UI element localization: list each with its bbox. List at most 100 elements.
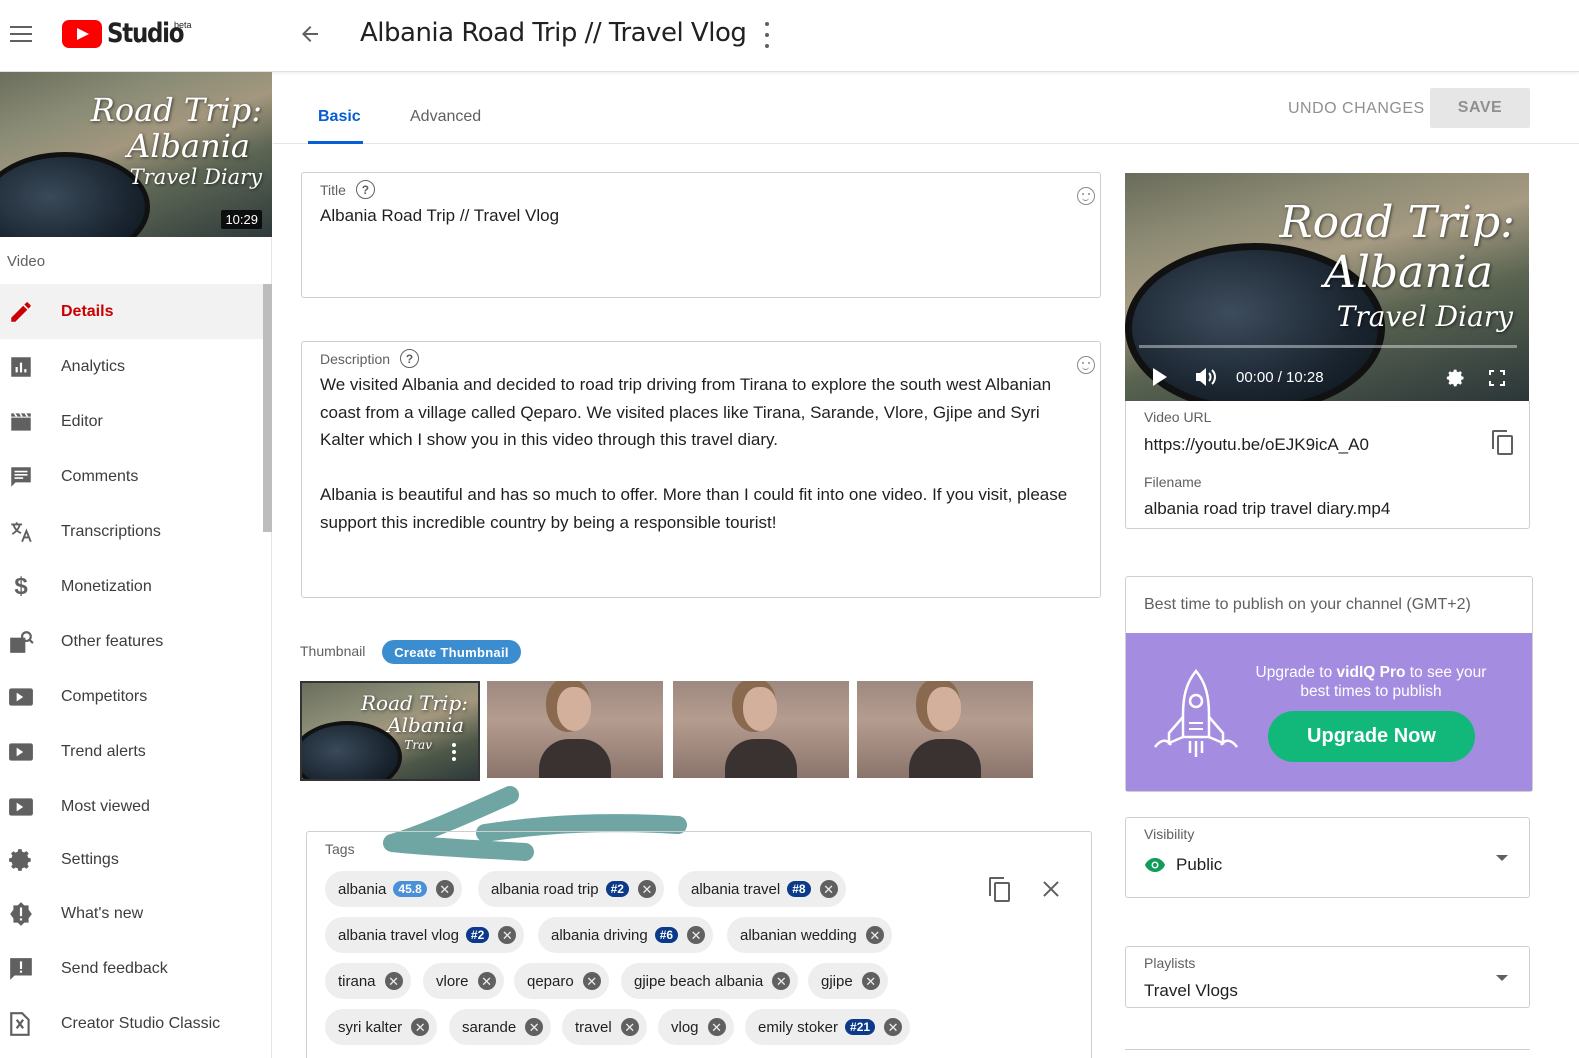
description-line[interactable]: support this incredible country by being… bbox=[320, 509, 776, 537]
sidebar-item-editor[interactable]: Editor bbox=[0, 394, 263, 449]
sidebar-item-label: Transcriptions bbox=[61, 522, 161, 540]
back-arrow-icon[interactable] bbox=[298, 22, 322, 46]
video-player[interactable]: Road Trip: Albania Travel Diary bbox=[1125, 173, 1529, 401]
beta-badge: beta bbox=[174, 20, 192, 30]
video-progress-bar[interactable] bbox=[1139, 345, 1517, 348]
sidebar-video-thumbnail[interactable]: Road Trip: Albania Travel Diary 10:29 bbox=[0, 72, 272, 237]
copy-url-icon[interactable] bbox=[1492, 430, 1513, 455]
sidebar-item-most-viewed[interactable]: Most viewed bbox=[0, 779, 263, 834]
tag-chip[interactable]: sarande ✕ bbox=[449, 1009, 552, 1045]
tag-chip[interactable]: gjipe beach albania ✕ bbox=[621, 963, 799, 999]
sidebar-item-competitors[interactable]: Competitors bbox=[0, 669, 263, 724]
tag-chip[interactable]: syri kalter ✕ bbox=[325, 1009, 438, 1045]
youtube-studio-logo[interactable]: Studio beta bbox=[62, 18, 197, 49]
tag-chip[interactable]: gjipe ✕ bbox=[808, 963, 888, 999]
sidebar-item-settings[interactable]: Settings bbox=[0, 834, 263, 886]
sidebar-item-creator-studio-classic[interactable]: Creator Studio Classic bbox=[0, 996, 263, 1051]
help-icon[interactable]: ? bbox=[400, 349, 420, 368]
remove-tag-icon[interactable]: ✕ bbox=[687, 926, 706, 944]
remove-tag-icon[interactable]: ✕ bbox=[477, 972, 496, 990]
fullscreen-icon[interactable] bbox=[1489, 370, 1505, 386]
clear-tags-icon[interactable] bbox=[1041, 879, 1061, 899]
sidebar-item-send-feedback[interactable]: Send feedback bbox=[0, 941, 263, 996]
sidebar-item-trend-alerts[interactable]: Trend alerts bbox=[0, 724, 263, 779]
undo-changes-button[interactable]: UNDO CHANGES bbox=[1288, 100, 1425, 118]
sidebar-scrollbar[interactable] bbox=[263, 284, 272, 532]
thumb-text-line2: Albania bbox=[387, 713, 464, 737]
remove-tag-icon[interactable]: ✕ bbox=[861, 972, 880, 990]
remove-tag-icon[interactable]: ✕ bbox=[411, 1018, 430, 1036]
thumbnail-option-auto-1[interactable] bbox=[487, 681, 663, 778]
tag-chip[interactable]: travel ✕ bbox=[562, 1009, 647, 1045]
volume-icon[interactable] bbox=[1194, 367, 1218, 387]
remove-tag-icon[interactable]: ✕ bbox=[620, 1018, 639, 1036]
save-button[interactable]: SAVE bbox=[1430, 88, 1530, 128]
thumbnail-option-custom[interactable]: Road Trip: Albania Trav bbox=[300, 681, 480, 781]
remove-tag-icon[interactable]: ✕ bbox=[707, 1018, 726, 1036]
tag-chip[interactable]: albania driving #6 ✕ bbox=[538, 917, 714, 953]
emoji-icon[interactable] bbox=[1077, 356, 1095, 374]
title-label: Title ? bbox=[320, 180, 375, 199]
sidebar-item-label: Send feedback bbox=[61, 959, 168, 977]
chevron-down-icon[interactable] bbox=[1496, 855, 1508, 861]
tag-chip[interactable]: albania travel #8 ✕ bbox=[678, 871, 846, 907]
description-line[interactable]: We visited Albania and decided to road t… bbox=[320, 371, 1051, 399]
tag-chip[interactable]: albanian wedding ✕ bbox=[727, 917, 892, 953]
description-line[interactable]: Albania is beautiful and has so much to … bbox=[320, 481, 1067, 509]
playlists-label: Playlists bbox=[1144, 955, 1196, 971]
video-url-link[interactable]: https://youtu.be/oEJK9icA_A0 bbox=[1144, 435, 1369, 455]
vidiq-icon bbox=[9, 687, 33, 706]
remove-tag-icon[interactable]: ✕ bbox=[819, 880, 838, 898]
thumbnail-option-auto-3[interactable] bbox=[857, 681, 1033, 778]
tag-chip[interactable]: albania travel vlog #2 ✕ bbox=[325, 917, 525, 953]
remove-tag-icon[interactable]: ✕ bbox=[525, 1018, 544, 1036]
sidebar-item-comments[interactable]: Comments bbox=[0, 449, 263, 504]
sidebar-item-transcriptions[interactable]: Transcriptions bbox=[0, 504, 263, 559]
tab-basic[interactable]: Basic bbox=[318, 108, 361, 126]
sidebar-item-whats-new[interactable]: What's new bbox=[0, 886, 263, 941]
tag-chip[interactable]: albania 45.8 ✕ bbox=[325, 871, 462, 907]
remove-tag-icon[interactable]: ✕ bbox=[865, 926, 884, 944]
copy-tags-icon[interactable] bbox=[989, 877, 1010, 902]
help-icon[interactable]: ? bbox=[355, 180, 375, 199]
gear-icon[interactable] bbox=[1446, 368, 1466, 388]
remove-tag-icon[interactable]: ✕ bbox=[498, 926, 517, 944]
sidebar-item-label: Competitors bbox=[61, 687, 148, 705]
title-label-text: Title bbox=[320, 181, 346, 198]
tag-chip[interactable]: tirana ✕ bbox=[325, 963, 411, 999]
menu-icon[interactable] bbox=[10, 26, 32, 42]
sidebar-item-monetization[interactable]: $ Monetization bbox=[0, 559, 263, 614]
tag-chip[interactable]: vlog ✕ bbox=[658, 1009, 734, 1045]
sidebar-item-analytics[interactable]: Analytics bbox=[0, 339, 263, 394]
remove-tag-icon[interactable]: ✕ bbox=[582, 972, 601, 990]
thumbnail-option-auto-2[interactable] bbox=[673, 681, 849, 778]
create-thumbnail-button[interactable]: Create Thumbnail bbox=[382, 640, 521, 664]
translate-icon bbox=[11, 521, 32, 542]
tag-chip[interactable]: qeparo ✕ bbox=[514, 963, 609, 999]
sidebar-item-other-features[interactable]: Other features bbox=[0, 614, 263, 669]
thumbnail-more-icon[interactable] bbox=[452, 743, 456, 761]
tag-chip[interactable]: albania road trip #2 ✕ bbox=[478, 871, 664, 907]
chevron-down-icon[interactable] bbox=[1496, 975, 1508, 981]
emoji-icon[interactable] bbox=[1077, 187, 1095, 205]
remove-tag-icon[interactable]: ✕ bbox=[435, 880, 454, 898]
tag-chip[interactable]: vlore ✕ bbox=[423, 963, 504, 999]
remove-tag-icon[interactable]: ✕ bbox=[637, 880, 656, 898]
description-line[interactable]: coast from a village called Qeparo. We v… bbox=[320, 399, 1040, 427]
title-input-value[interactable]: Albania Road Trip // Travel Vlog bbox=[320, 202, 559, 230]
remove-tag-icon[interactable]: ✕ bbox=[884, 1018, 903, 1036]
tag-rank-badge: #2 bbox=[605, 881, 629, 897]
title-field[interactable] bbox=[301, 172, 1101, 298]
tag-chip[interactable]: emily stoker #21 ✕ bbox=[745, 1009, 911, 1045]
upgrade-now-button[interactable]: Upgrade Now bbox=[1268, 711, 1475, 762]
play-icon[interactable] bbox=[1153, 368, 1167, 386]
sidebar-item-details[interactable]: Details bbox=[0, 284, 263, 339]
divider bbox=[1125, 1049, 1530, 1050]
more-options-icon[interactable] bbox=[762, 22, 772, 48]
tab-advanced[interactable]: Advanced bbox=[410, 108, 481, 126]
remove-tag-icon[interactable]: ✕ bbox=[772, 972, 791, 990]
sidebar-item-label: What's new bbox=[61, 904, 144, 922]
description-line[interactable]: Kalter which I show you in this video th… bbox=[320, 426, 778, 454]
vidiq-icon bbox=[9, 742, 33, 761]
remove-tag-icon[interactable]: ✕ bbox=[384, 972, 403, 990]
